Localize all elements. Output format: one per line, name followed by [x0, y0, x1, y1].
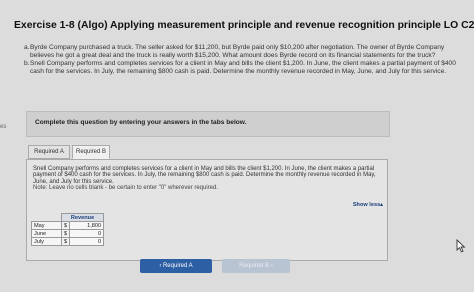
mouse-pointer-icon	[456, 239, 466, 253]
row-label: May	[31, 221, 62, 230]
problem-item-marker: b.	[24, 59, 30, 67]
revenue-input-may[interactable]: 1,800	[69, 221, 105, 230]
table-row: May $ 1,800	[31, 221, 105, 230]
currency-symbol: $	[60, 229, 71, 238]
table-row: June $ 0	[31, 229, 105, 238]
tab-required-b[interactable]: Required B	[72, 145, 110, 159]
revenue-input-july[interactable]: 0	[69, 237, 105, 246]
revenue-input-june[interactable]: 0	[69, 229, 105, 238]
problem-item-marker: a.	[24, 44, 30, 51]
problem-item-text: Snell Company performs and completes ser…	[30, 59, 456, 75]
instruction-box: Complete this question by entering your …	[26, 111, 390, 137]
problem-statement: a. Byrde Company purchased a truck. The …	[24, 44, 464, 76]
instruction-text: Complete this question by entering your …	[35, 119, 247, 126]
tab-required-a[interactable]: Required A	[28, 145, 70, 159]
currency-symbol: $	[60, 237, 71, 246]
table-header-blank	[32, 214, 62, 222]
row-label: July	[31, 237, 62, 246]
note-text: Note: Leave no cells blank - be certain …	[33, 185, 219, 192]
revenue-column-header: Revenue	[60, 213, 105, 222]
problem-item-b: b. Snell Company performs and completes …	[24, 60, 464, 76]
left-edge-text: es	[0, 124, 7, 130]
requirement-text: Snell Company performs and completes ser…	[33, 166, 376, 185]
problem-item-a: a. Byrde Company purchased a truck. The …	[24, 44, 464, 60]
table-row: July $ 0	[31, 237, 105, 246]
page-title: Exercise 1-8 (Algo) Applying measurement…	[14, 20, 474, 31]
requirement-text-block: Snell Company performs and completes ser…	[33, 166, 378, 192]
currency-symbol: $	[60, 221, 71, 230]
row-label: June	[31, 229, 62, 238]
tab-panel-required-b: Snell Company performs and completes ser…	[26, 159, 388, 261]
table-header-row: Revenue	[32, 213, 105, 222]
prev-required-a-button[interactable]: ‹ Required A	[140, 259, 212, 273]
next-required-b-button[interactable]: Required B ›	[222, 259, 290, 273]
revenue-table: Revenue May $ 1,800 June $ 0 July $ 0	[31, 213, 105, 246]
problem-item-text: Byrde Company purchased a truck. The sel…	[30, 44, 445, 59]
show-less-link[interactable]: Show less▴	[353, 202, 383, 208]
